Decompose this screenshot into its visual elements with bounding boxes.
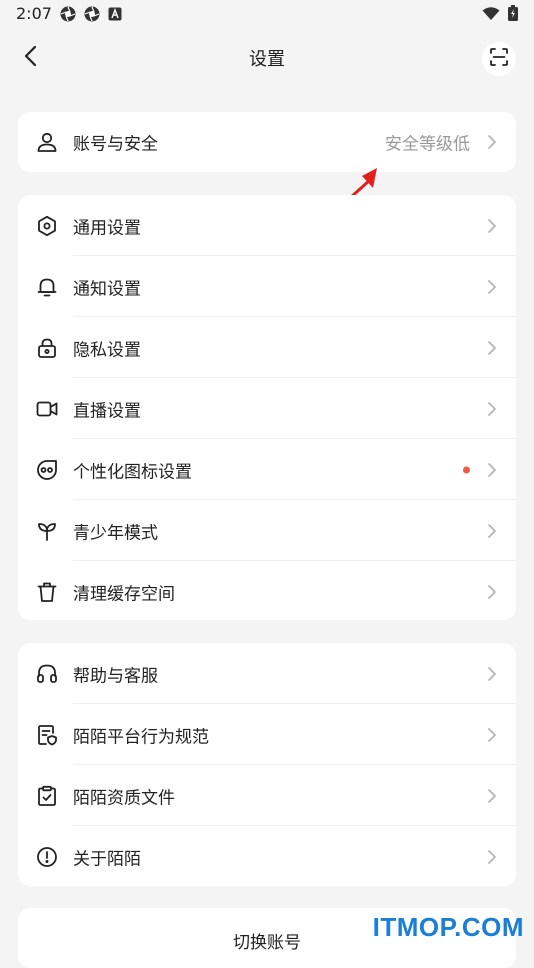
sprout-icon xyxy=(36,520,58,542)
qualification-documents-row[interactable]: 陌陌资质文件 xyxy=(18,765,516,826)
teen-mode-row[interactable]: 青少年模式 xyxy=(18,500,516,561)
user-icon xyxy=(36,131,58,153)
battery-charging-icon xyxy=(508,5,518,25)
chevron-right-icon xyxy=(486,462,498,478)
scan-icon xyxy=(490,48,508,70)
chevron-right-icon xyxy=(486,401,498,417)
bell-icon xyxy=(36,276,58,298)
row-label: 青少年模式 xyxy=(73,523,158,543)
security-level-value: 安全等级低 xyxy=(385,134,470,155)
row-label: 帮助与客服 xyxy=(73,666,158,686)
chevron-right-icon xyxy=(486,584,498,600)
row-label: 清理缓存空间 xyxy=(73,584,175,604)
status-system-icons xyxy=(482,5,518,25)
document-shield-icon xyxy=(36,724,58,746)
face-icon xyxy=(36,459,58,481)
help-support-row[interactable]: 帮助与客服 xyxy=(18,643,516,704)
chevron-right-icon xyxy=(486,134,498,150)
general-settings-row[interactable]: 通用设置 xyxy=(18,195,516,256)
status-notification-icons xyxy=(60,6,124,22)
general-settings-card: 通用设置 通知设置 隐私设置 直播设置 个性化图标设置 青少年模式 清理缓存空间 xyxy=(18,195,516,620)
privacy-settings-row[interactable]: 隐私设置 xyxy=(18,317,516,378)
aperture-icon xyxy=(60,6,76,22)
info-exclamation-icon xyxy=(36,846,58,868)
row-label: 账号与安全 xyxy=(73,134,158,155)
row-label: 个性化图标设置 xyxy=(73,462,192,482)
account-security-row[interactable]: 账号与安全 安全等级低 xyxy=(18,112,516,172)
about-row[interactable]: 关于陌陌 xyxy=(18,826,516,886)
chevron-right-icon xyxy=(486,788,498,804)
notification-settings-row[interactable]: 通知设置 xyxy=(18,256,516,317)
chevron-right-icon xyxy=(486,218,498,234)
aperture-icon xyxy=(84,6,100,22)
trash-icon xyxy=(36,581,58,603)
app-a-icon xyxy=(108,6,124,22)
row-label: 通知设置 xyxy=(73,279,141,299)
status-time: 2:07 xyxy=(16,4,52,23)
wifi-icon xyxy=(482,6,500,25)
status-bar: 2:07 xyxy=(0,0,534,28)
clear-cache-row[interactable]: 清理缓存空间 xyxy=(18,561,516,620)
account-card: 账号与安全 安全等级低 xyxy=(18,112,516,172)
row-label: 直播设置 xyxy=(73,401,141,421)
chevron-right-icon xyxy=(486,727,498,743)
chevron-right-icon xyxy=(486,849,498,865)
lock-icon xyxy=(36,337,58,359)
video-camera-icon xyxy=(36,398,58,420)
platform-rules-row[interactable]: 陌陌平台行为规范 xyxy=(18,704,516,765)
page-title: 设置 xyxy=(249,49,285,70)
personalized-icon-settings-row[interactable]: 个性化图标设置 xyxy=(18,439,516,500)
chevron-right-icon xyxy=(486,666,498,682)
new-badge-dot xyxy=(463,466,470,473)
chevron-right-icon xyxy=(486,279,498,295)
chevron-right-icon xyxy=(486,340,498,356)
navigation-bar: 设置 xyxy=(0,28,534,90)
row-label: 隐私设置 xyxy=(73,340,141,360)
row-label: 通用设置 xyxy=(73,218,141,238)
clipboard-check-icon xyxy=(36,785,58,807)
hexagon-settings-icon xyxy=(36,215,58,237)
watermark: ITMOP.COM xyxy=(372,912,524,942)
row-label: 关于陌陌 xyxy=(73,849,141,869)
live-settings-row[interactable]: 直播设置 xyxy=(18,378,516,439)
chevron-right-icon xyxy=(486,523,498,539)
row-label: 陌陌平台行为规范 xyxy=(73,727,209,747)
help-card: 帮助与客服 陌陌平台行为规范 陌陌资质文件 关于陌陌 xyxy=(18,643,516,886)
headset-icon xyxy=(36,663,58,685)
scan-button[interactable] xyxy=(482,42,516,76)
row-label: 陌陌资质文件 xyxy=(73,788,175,808)
